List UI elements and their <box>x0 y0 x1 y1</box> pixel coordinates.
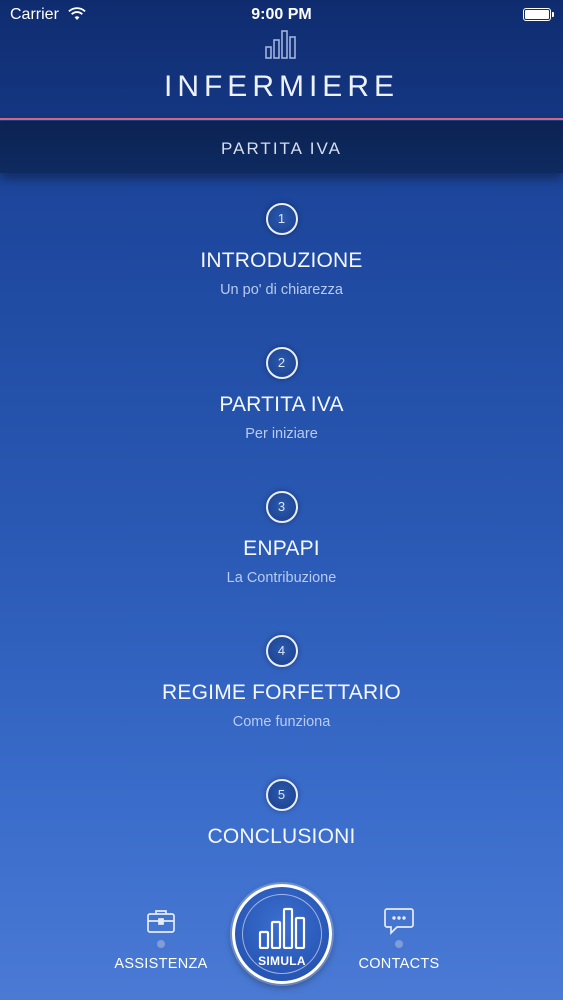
simula-button[interactable]: SIMULA <box>232 884 332 984</box>
bar-chart-icon <box>258 907 306 949</box>
tab-indicator-dot <box>395 940 403 948</box>
menu-item-partita-iva[interactable]: 2 PARTITA IVA Per iniziare <box>0 347 563 442</box>
menu-item-subtitle: Come funziona <box>232 714 331 730</box>
header-divider <box>0 118 563 120</box>
menu-item-introduzione[interactable]: 1 INTRODUZIONE Un po' di chiarezza <box>0 203 563 298</box>
menu-item-title: PARTITA IVA <box>219 393 344 416</box>
menu-item-title: CONCLUSIONI <box>207 825 356 848</box>
step-number-badge: 3 <box>265 491 298 523</box>
chat-bubble-icon <box>384 908 414 936</box>
app-title: INFERMIERE <box>163 70 399 103</box>
menu-item-enpapi[interactable]: 3 ENPAPI La Contribuzione <box>0 491 563 586</box>
menu-item-conclusioni[interactable]: 5 CONCLUSIONI <box>0 779 563 849</box>
tab-label: CONTACTS <box>358 956 440 972</box>
bar-chart-icon <box>265 30 296 59</box>
menu-item-subtitle: Per iniziare <box>245 426 318 442</box>
menu-item-title: INTRODUZIONE <box>200 249 363 272</box>
step-number-badge: 5 <box>265 779 298 811</box>
section-title: PARTITA IVA <box>221 139 342 158</box>
briefcase-icon <box>147 910 175 933</box>
menu-item-subtitle: La Contribuzione <box>226 570 337 586</box>
menu-item-subtitle: Un po' di chiarezza <box>220 282 343 298</box>
status-time: 9:00 PM <box>251 6 312 23</box>
menu-item-title: ENPAPI <box>243 537 320 560</box>
tab-assistenza[interactable]: ASSISTENZA <box>106 908 216 972</box>
battery-icon <box>523 8 554 21</box>
step-number-badge: 1 <box>265 203 298 235</box>
section-bar: PARTITA IVA <box>0 121 563 173</box>
menu-item-regime-forfettario[interactable]: 4 REGIME FORFETTARIO Come funziona <box>0 635 563 730</box>
tab-label: ASSISTENZA <box>114 956 208 972</box>
app-screen: INFERMIERE Carrier 9:00 PM PARTITA IVA 1… <box>0 0 563 1000</box>
simula-label: SIMULA <box>258 954 306 968</box>
tab-indicator-dot <box>157 940 165 948</box>
status-bar: Carrier 9:00 PM <box>0 0 563 30</box>
step-number-badge: 2 <box>265 347 298 379</box>
step-number-badge: 4 <box>265 635 298 667</box>
menu-item-title: REGIME FORFETTARIO <box>162 681 401 704</box>
tab-contacts[interactable]: CONTACTS <box>344 906 454 972</box>
